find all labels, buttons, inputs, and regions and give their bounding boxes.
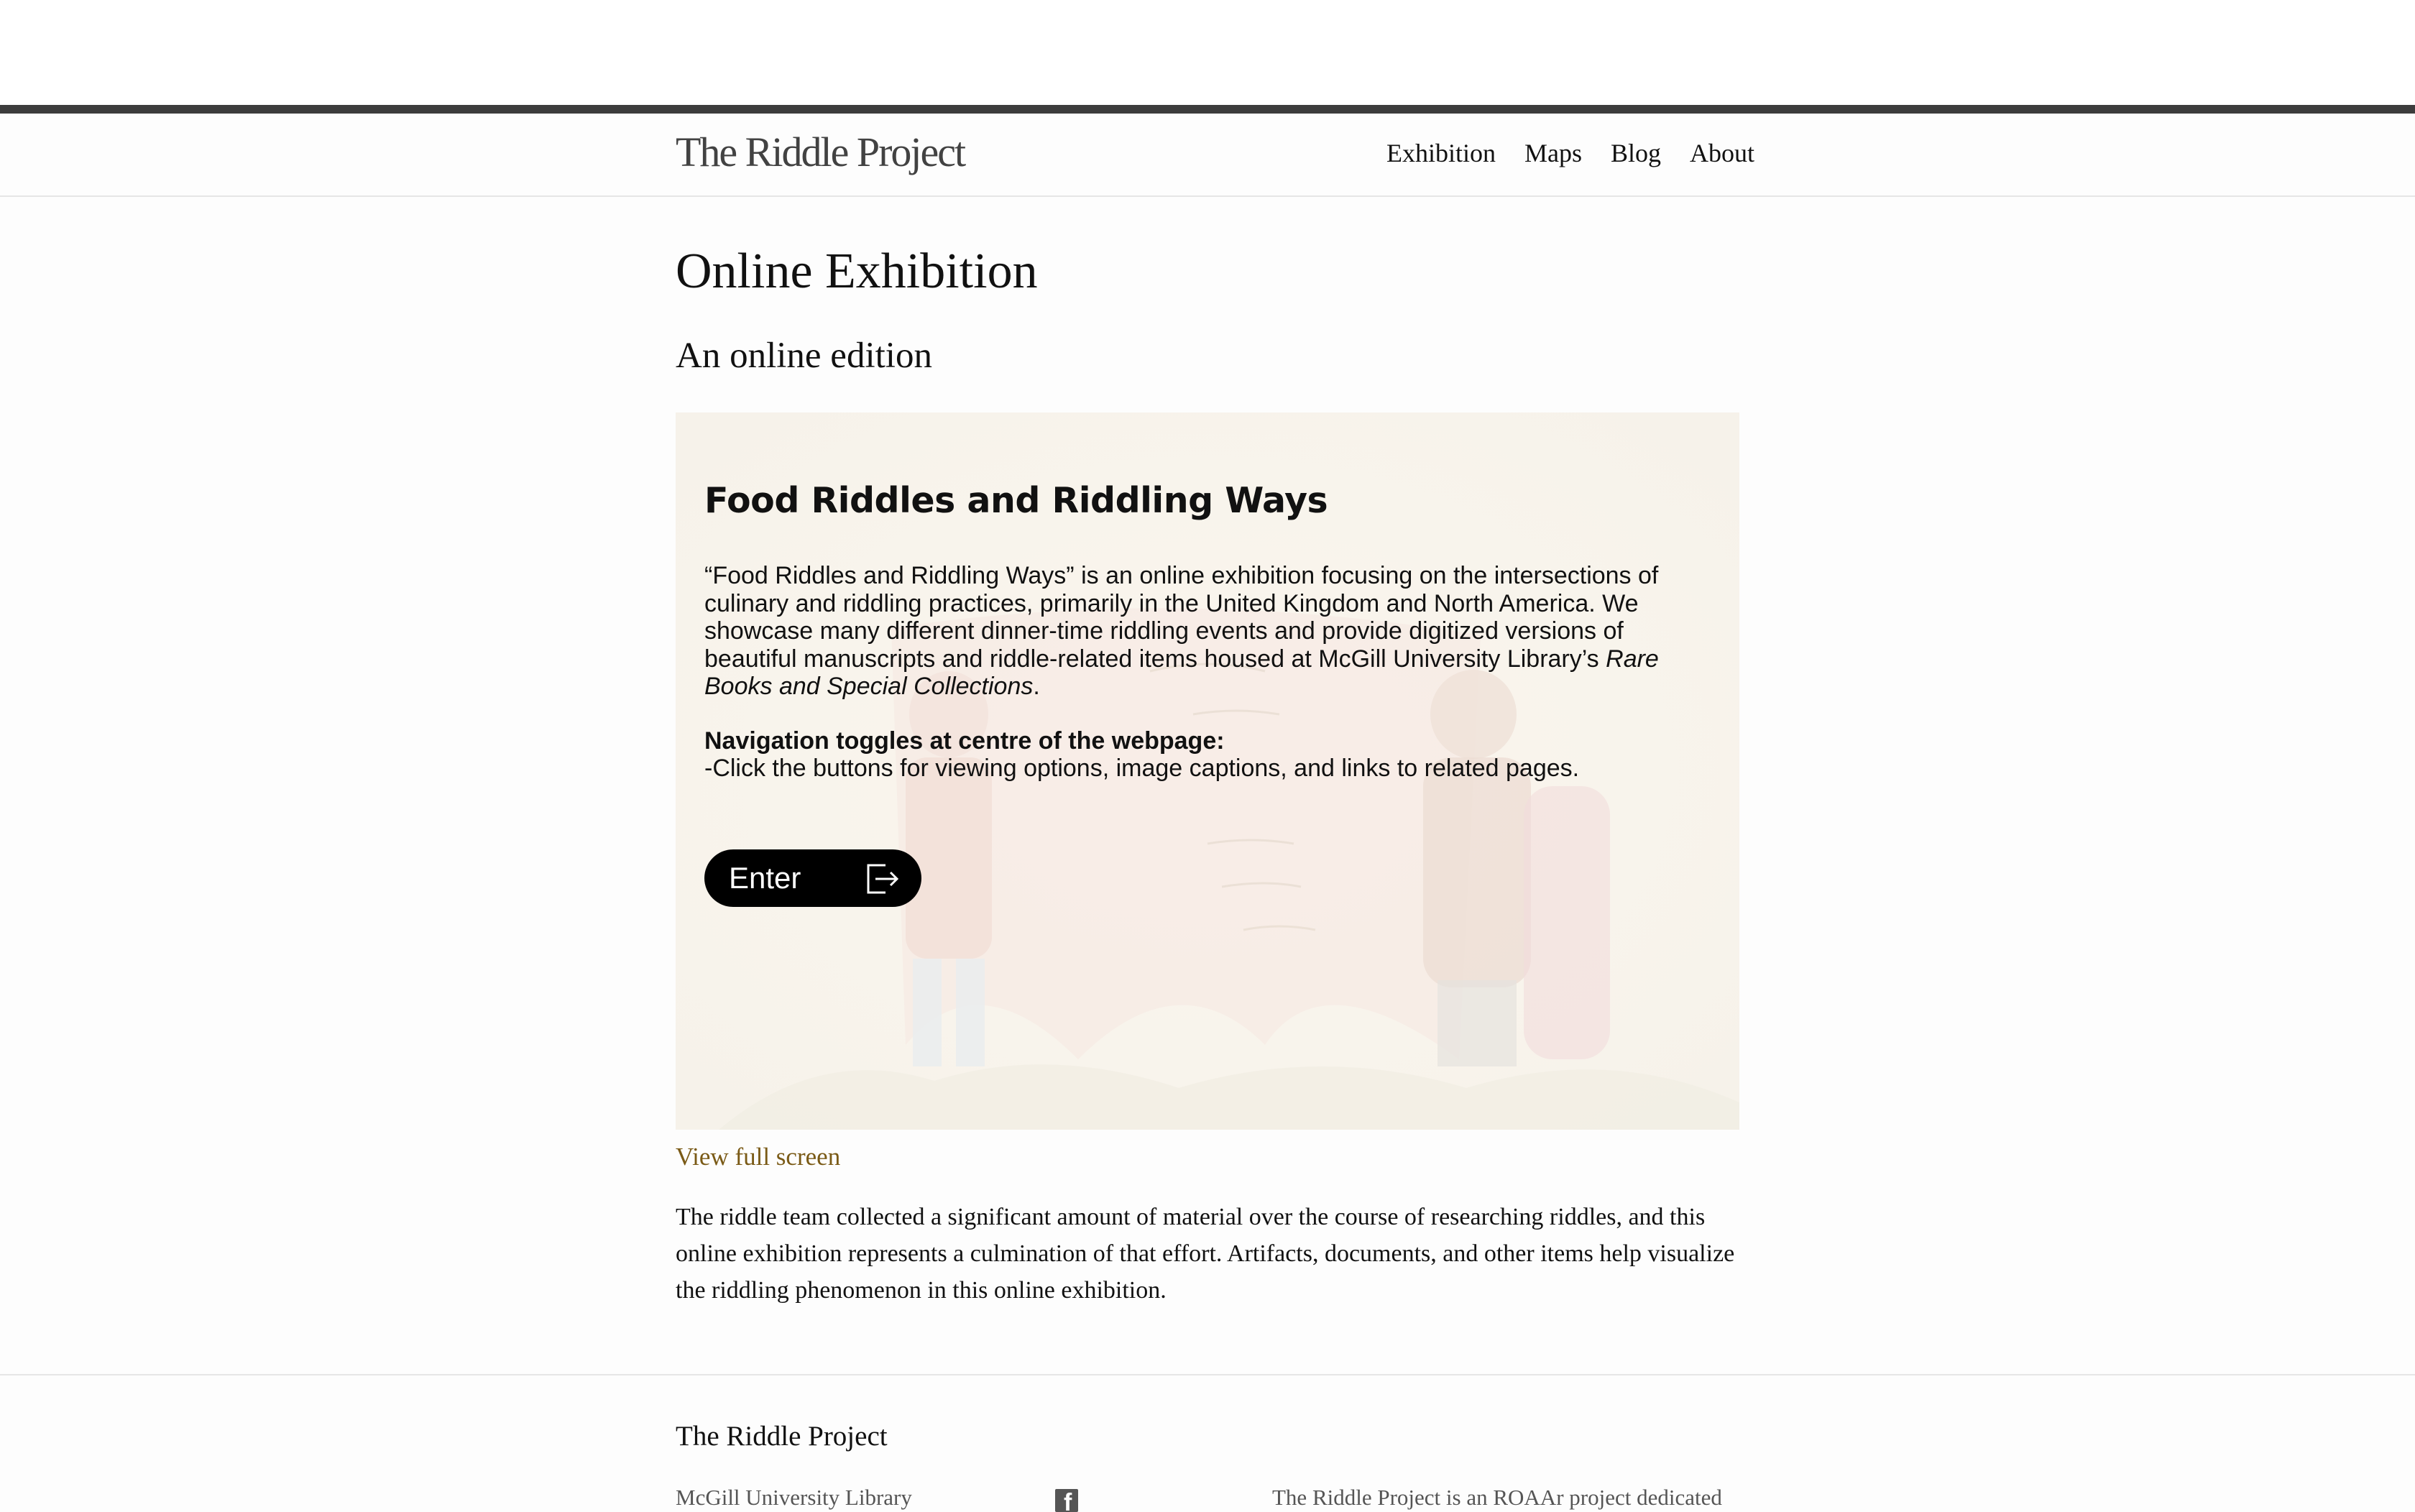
site-brand[interactable]: The Riddle Project xyxy=(676,128,966,176)
exhibition-description: “Food Riddles and Riddling Ways” is an o… xyxy=(704,562,1711,701)
footer-blurb: The Riddle Project is an ROAAr project d… xyxy=(1272,1485,1722,1510)
nav-item-maps[interactable]: Maps xyxy=(1524,138,1582,168)
navigation-heading: Navigation toggles at centre of the webp… xyxy=(704,727,1225,755)
exhibition-summary: The riddle team collected a significant … xyxy=(676,1204,1735,1304)
main-nav: Exhibition Maps Blog About xyxy=(1386,138,1754,168)
top-blank-area xyxy=(0,0,2415,105)
exit-arrow-icon xyxy=(867,864,899,894)
enter-label: Enter xyxy=(729,861,801,895)
site-header: The Riddle Project Exhibition Maps Blog … xyxy=(0,114,2415,197)
exhibition-title: Food Riddles and Riddling Ways xyxy=(704,480,1328,521)
view-full-screen-link[interactable]: View full screen xyxy=(676,1143,840,1171)
facebook-icon[interactable]: f xyxy=(1055,1489,1078,1512)
nav-item-about[interactable]: About xyxy=(1690,138,1754,168)
footer-title: The Riddle Project xyxy=(676,1421,888,1452)
enter-button[interactable]: Enter xyxy=(704,849,921,907)
nav-item-blog[interactable]: Blog xyxy=(1611,138,1661,168)
page-subtitle: An online edition xyxy=(676,336,932,376)
footer-library: McGill University Library xyxy=(676,1485,912,1510)
page-title: Online Exhibition xyxy=(676,244,1038,299)
exhibition-panel: Food Riddles and Riddling Ways “Food Rid… xyxy=(676,412,1739,1130)
top-rule xyxy=(0,105,2415,114)
description-end: . xyxy=(1033,673,1040,700)
description-text: “Food Riddles and Riddling Ways” is an o… xyxy=(704,562,1659,673)
nav-item-exhibition[interactable]: Exhibition xyxy=(1386,138,1496,168)
site-footer: The Riddle Project McGill University Lib… xyxy=(0,1374,2415,1512)
navigation-instructions: -Click the buttons for viewing options, … xyxy=(704,755,1580,782)
